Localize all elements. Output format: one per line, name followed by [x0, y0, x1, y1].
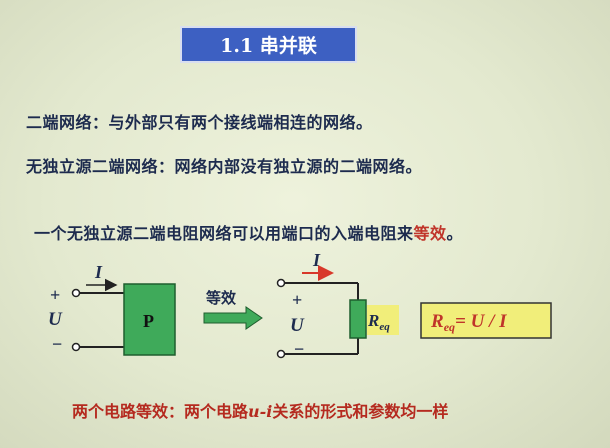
equivalence-label: 等效	[206, 289, 237, 307]
right-circuit: I + U − Req	[276, 250, 399, 359]
formula-rest: = U / I	[455, 311, 507, 332]
resistor-label-r: R	[367, 311, 379, 330]
left-minus-sign: −	[52, 334, 62, 354]
right-bottom-terminal	[276, 349, 286, 359]
formula-text: Req= U / I	[430, 311, 507, 334]
left-current-label: I	[94, 262, 103, 282]
conclusion-prefix: 两个电路等效：两个电路	[72, 402, 249, 421]
equivalent-resistor	[349, 299, 367, 339]
left-voltage-label: U	[48, 309, 63, 330]
right-minus-sign: −	[294, 339, 304, 359]
circuit-diagram: I + U − P 等效 I + U − Req Req= U / I	[48, 250, 552, 359]
conclusion-line: 两个电路等效：两个电路u-i关系的形式和参数均一样	[72, 398, 448, 422]
formula-box: Req= U / I	[420, 302, 552, 339]
conclusion-suffix: 关系的形式和参数均一样	[272, 402, 449, 421]
left-plus-sign: +	[50, 285, 60, 305]
right-plus-sign: +	[292, 290, 302, 310]
formula-r: R	[430, 311, 444, 332]
network-box-label: P	[143, 311, 154, 331]
resistor-label-sub: eq	[379, 321, 390, 333]
left-bottom-terminal	[71, 342, 81, 352]
equivalence-arrow-shape	[203, 306, 263, 330]
conclusion-ui: u-i	[248, 402, 273, 421]
left-top-terminal	[71, 288, 81, 298]
right-top-terminal	[276, 278, 286, 288]
left-circuit: I + U − P	[48, 262, 176, 356]
right-current-label: I	[312, 250, 321, 270]
equivalence-arrow: 等效	[203, 289, 263, 330]
formula-sub: eq	[444, 320, 455, 334]
right-voltage-label: U	[290, 315, 305, 336]
